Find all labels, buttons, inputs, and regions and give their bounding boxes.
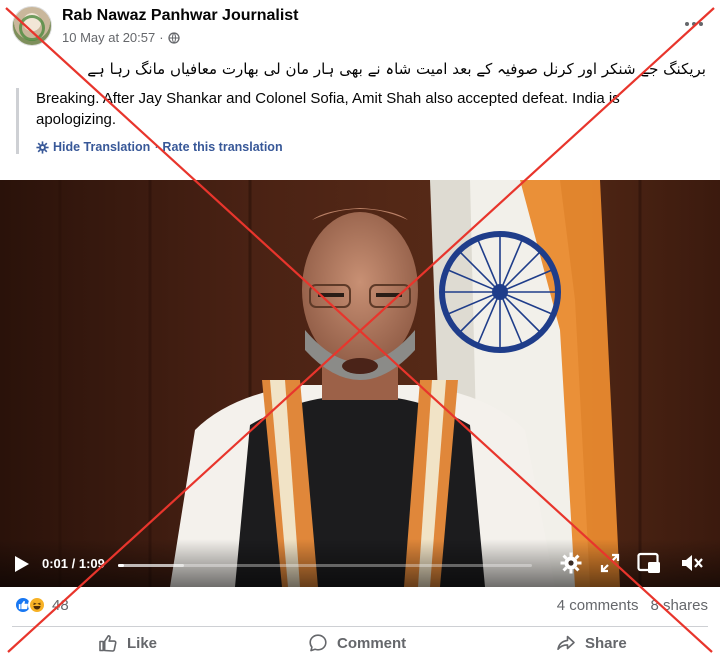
like-label: Like: [127, 634, 158, 652]
video-player[interactable]: 0:01 / 1:09: [0, 180, 720, 587]
translation-block: Breaking. After Jay Shankar and Colonel …: [16, 88, 696, 154]
author-avatar[interactable]: [12, 6, 52, 46]
comment-label: Comment: [337, 634, 407, 652]
post-text-urdu: بریکنگ جے شنکر اور کرنل صوفیہ کے بعد امی…: [87, 60, 706, 78]
speech-bubble-icon: [309, 634, 327, 652]
rate-translation-link[interactable]: Rate this translation: [162, 140, 282, 154]
video-buffered: [118, 564, 185, 567]
video-progress-bar[interactable]: [118, 564, 532, 567]
thumbs-up-icon: [99, 635, 117, 652]
translation-links: Hide Translation · Rate this translation: [36, 140, 696, 154]
shares-count[interactable]: 8 shares: [650, 597, 708, 614]
like-button[interactable]: Like: [98, 633, 157, 653]
video-progress: [118, 564, 124, 567]
translation-dot: ·: [154, 140, 159, 154]
gear-icon: [36, 140, 49, 154]
post-actions: Like Comment Share: [12, 626, 708, 659]
muted-icon[interactable]: [680, 551, 704, 575]
settings-icon[interactable]: [560, 552, 582, 574]
hide-translation-link[interactable]: Hide Translation: [53, 140, 150, 154]
share-button[interactable]: Share: [556, 633, 627, 653]
comment-button[interactable]: Comment: [308, 633, 406, 653]
facebook-post: Rab Nawaz Panhwar Journalist 10 May at 2…: [0, 0, 720, 659]
picture-in-picture-icon[interactable]: [637, 552, 661, 574]
post-date[interactable]: 10 May at 20:57: [62, 30, 155, 45]
more-options-icon[interactable]: [682, 12, 706, 36]
reaction-count: 48: [52, 596, 69, 614]
video-time: 0:01 / 1:09: [42, 556, 105, 571]
engagement-counts: 4 comments 8 shares: [557, 597, 708, 614]
comments-count[interactable]: 4 comments: [557, 597, 639, 614]
translated-text: Breaking. After Jay Shankar and Colonel …: [36, 90, 620, 128]
post-stats: 48 4 comments 8 shares: [0, 590, 720, 620]
share-label: Share: [585, 634, 627, 652]
video-controls: 0:01 / 1:09: [0, 539, 720, 587]
play-icon[interactable]: [14, 555, 30, 573]
share-arrow-icon: [557, 635, 575, 650]
video-frame: [0, 180, 720, 587]
meta-separator: ·: [159, 30, 164, 45]
globe-icon: [167, 31, 180, 44]
post-meta: 10 May at 20:57 ·: [62, 30, 180, 45]
fullscreen-icon[interactable]: [600, 553, 620, 573]
haha-reaction-icon: [28, 596, 46, 614]
author-name[interactable]: Rab Nawaz Panhwar Journalist: [62, 7, 299, 25]
reactions-summary[interactable]: 48: [14, 596, 69, 614]
